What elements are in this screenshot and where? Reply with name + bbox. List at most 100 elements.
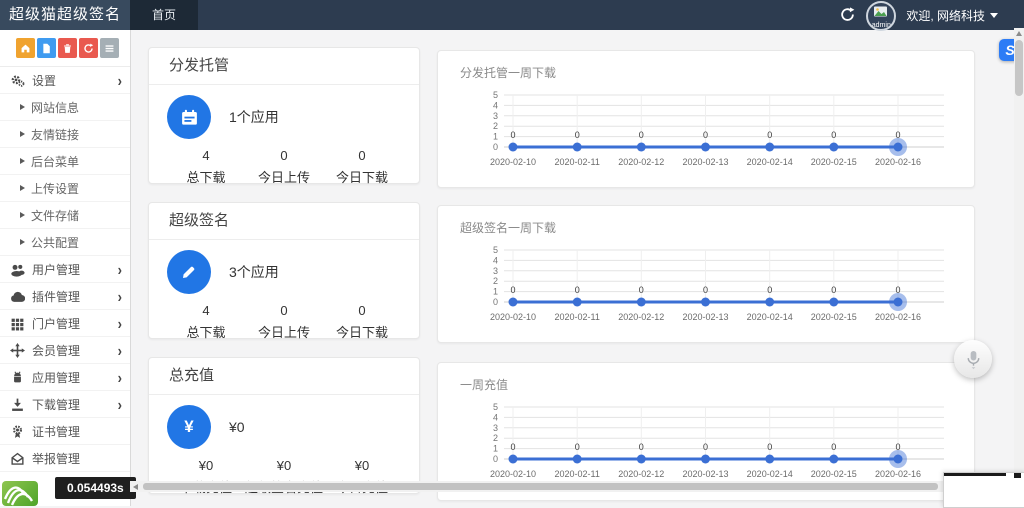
clear-cache-button[interactable] bbox=[79, 38, 98, 58]
microphone-button[interactable] bbox=[954, 340, 992, 378]
stat-label: 总下载 bbox=[167, 167, 245, 186]
card-title: 超级签名 bbox=[149, 203, 419, 240]
svg-text:0: 0 bbox=[639, 442, 644, 452]
svg-text:2020-02-15: 2020-02-15 bbox=[811, 469, 857, 479]
svg-text:2020-02-14: 2020-02-14 bbox=[747, 469, 793, 479]
sidebar-item-app-management[interactable]: 应用管理 › bbox=[0, 364, 130, 391]
welcome-text: 欢迎, 网络科技 bbox=[906, 7, 985, 24]
stat-today-uploads: 0 今日上传 bbox=[245, 148, 323, 186]
svg-text:0: 0 bbox=[639, 130, 644, 140]
chart-title: 一周充值 bbox=[438, 363, 974, 393]
scroll-up-arrow-icon[interactable] bbox=[1016, 31, 1022, 36]
vertical-scroll-thumb[interactable] bbox=[1015, 40, 1023, 96]
popup-corner-square bbox=[1014, 473, 1021, 478]
svg-text:2020-02-12: 2020-02-12 bbox=[618, 312, 664, 322]
svg-text:1: 1 bbox=[493, 132, 498, 142]
page-load-time-badge: 0.054493s bbox=[55, 477, 136, 499]
stat-value: 0 bbox=[245, 303, 323, 318]
svg-text:0: 0 bbox=[575, 130, 580, 140]
sidebar-item-plugin-management[interactable]: 插件管理 › bbox=[0, 283, 130, 310]
sidebar-item-public-config[interactable]: 公共配置 bbox=[0, 229, 130, 256]
list-button[interactable] bbox=[100, 38, 119, 58]
line-chart-recharge-weekly[interactable]: 0123452020-02-102020-02-112020-02-122020… bbox=[438, 399, 974, 491]
stat-label: 今日上传 bbox=[245, 322, 323, 341]
sidebar-item-label: 应用管理 bbox=[32, 369, 80, 386]
sidebar-item-label: 用户管理 bbox=[32, 261, 80, 278]
refresh-icon[interactable] bbox=[840, 7, 856, 23]
svg-text:2020-02-15: 2020-02-15 bbox=[811, 157, 857, 167]
file-button[interactable] bbox=[37, 38, 56, 58]
svg-text:0: 0 bbox=[575, 442, 580, 452]
horizontal-scrollbar[interactable] bbox=[130, 481, 1014, 492]
horizontal-scroll-thumb[interactable] bbox=[143, 483, 938, 490]
grid-icon bbox=[10, 316, 25, 331]
svg-text:2020-02-13: 2020-02-13 bbox=[682, 469, 728, 479]
svg-text:2020-02-15: 2020-02-15 bbox=[811, 312, 857, 322]
svg-text:2020-02-11: 2020-02-11 bbox=[555, 312, 600, 322]
svg-text:5: 5 bbox=[493, 245, 498, 255]
sidebar-item-download-management[interactable]: 下载管理 › bbox=[0, 391, 130, 418]
sidebar-item-user-management[interactable]: 用户管理 › bbox=[0, 256, 130, 283]
sidebar-item-member-management[interactable]: 会员管理 › bbox=[0, 337, 130, 364]
scroll-left-arrow-icon[interactable] bbox=[133, 484, 138, 490]
stat-label: 总下载 bbox=[167, 322, 245, 341]
sidebar-item-label: 网站信息 bbox=[31, 99, 79, 116]
vertical-scrollbar[interactable] bbox=[1014, 28, 1024, 506]
app-count: 3个应用 bbox=[229, 262, 279, 282]
svg-text:0: 0 bbox=[703, 130, 708, 140]
recharge-total: ¥0 bbox=[229, 419, 245, 435]
sidebar-item-portal-management[interactable]: 门户管理 › bbox=[0, 310, 130, 337]
sidebar-item-certificate-management[interactable]: 证书管理 bbox=[0, 418, 130, 445]
sidebar-item-label: 公共配置 bbox=[31, 234, 79, 251]
trash-button[interactable] bbox=[58, 38, 77, 58]
svg-text:4: 4 bbox=[493, 255, 498, 265]
line-chart-hosting-weekly[interactable]: 0123452020-02-102020-02-112020-02-122020… bbox=[438, 87, 974, 179]
svg-text:1: 1 bbox=[493, 444, 498, 454]
card-title: 总充值 bbox=[149, 358, 419, 395]
triangle-bullet-icon bbox=[20, 158, 25, 164]
sidebar-item-settings[interactable]: 设置 › bbox=[0, 67, 130, 94]
sidebar-item-label: 友情链接 bbox=[31, 126, 79, 143]
svg-text:0: 0 bbox=[831, 442, 836, 452]
android-icon bbox=[10, 370, 25, 385]
card-distribution-hosting: 分发托管 1个应用 4 总下载 0 今日上传 0 今日下载 bbox=[148, 47, 420, 184]
sidebar-menu: 设置 › 网站信息 友情链接 后台菜单 上传设置 文件存储 bbox=[0, 67, 130, 472]
svg-text:2020-02-10: 2020-02-10 bbox=[490, 469, 536, 479]
chart-title: 超级签名一周下载 bbox=[438, 206, 974, 236]
sidebar-item-friend-links[interactable]: 友情链接 bbox=[0, 121, 130, 148]
line-chart-signature-weekly[interactable]: 0123452020-02-102020-02-112020-02-122020… bbox=[438, 242, 974, 334]
svg-text:0: 0 bbox=[895, 285, 900, 295]
svg-text:0: 0 bbox=[703, 442, 708, 452]
svg-text:2: 2 bbox=[493, 121, 498, 131]
user-menu[interactable]: 欢迎, 网络科技 bbox=[906, 7, 998, 24]
sidebar-item-report-management[interactable]: 举报管理 bbox=[0, 445, 130, 472]
sidebar-item-label: 后台菜单 bbox=[31, 153, 79, 170]
sidebar-item-file-storage[interactable]: 文件存储 bbox=[0, 202, 130, 229]
chevron-right-icon: › bbox=[118, 314, 122, 332]
sidebar-item-site-info[interactable]: 网站信息 bbox=[0, 94, 130, 121]
tab-home[interactable]: 首页 bbox=[130, 0, 198, 30]
dashboard-page: 超级猫超级签名 首页 admin 欢迎, 网络科技 bbox=[0, 0, 1024, 506]
sidebar-item-upload-settings[interactable]: 上传设置 bbox=[0, 175, 130, 202]
users-icon bbox=[10, 262, 25, 277]
chart-card-signature-weekly: 超级签名一周下载 0123452020-02-102020-02-112020-… bbox=[437, 205, 975, 343]
svg-text:2020-02-10: 2020-02-10 bbox=[490, 312, 536, 322]
svg-text:2020-02-12: 2020-02-12 bbox=[618, 157, 664, 167]
triangle-bullet-icon bbox=[20, 131, 25, 137]
svg-text:0: 0 bbox=[767, 130, 772, 140]
svg-text:4: 4 bbox=[493, 100, 498, 110]
stat-value: 4 bbox=[167, 303, 245, 318]
svg-text:2: 2 bbox=[493, 433, 498, 443]
sidebar-item-admin-menu[interactable]: 后台菜单 bbox=[0, 148, 130, 175]
avatar[interactable]: admin bbox=[866, 1, 896, 31]
home-button[interactable] bbox=[16, 38, 35, 58]
sidebar: 设置 › 网站信息 友情链接 后台菜单 上传设置 文件存储 bbox=[0, 30, 131, 506]
stat-label: 今日下载 bbox=[323, 167, 401, 186]
broken-image-icon bbox=[873, 6, 888, 18]
gears-icon bbox=[10, 73, 25, 88]
svg-text:2020-02-16: 2020-02-16 bbox=[875, 157, 921, 167]
svg-text:3: 3 bbox=[493, 423, 498, 433]
stat-label: 今日下载 bbox=[323, 322, 401, 341]
microphone-icon bbox=[964, 349, 983, 370]
svg-text:2020-02-11: 2020-02-11 bbox=[555, 469, 600, 479]
